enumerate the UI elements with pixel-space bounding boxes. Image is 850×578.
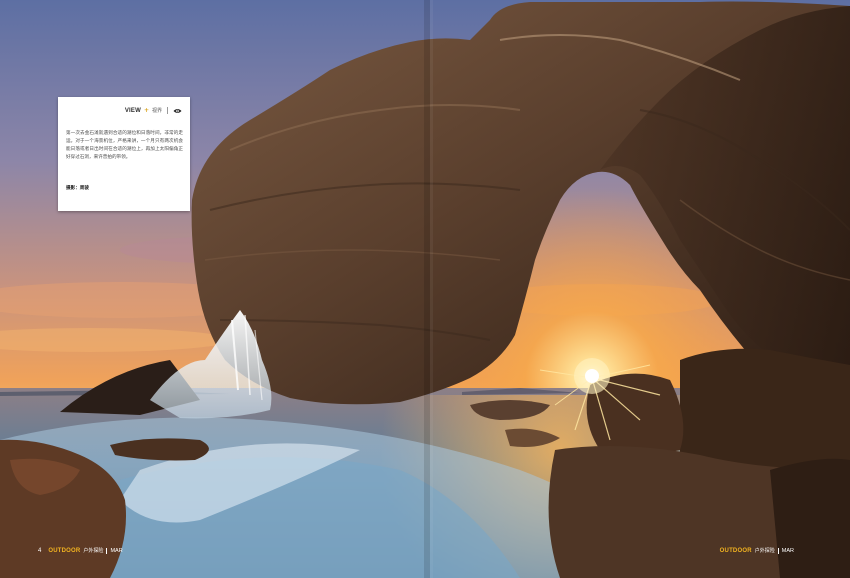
issue-month: MAR <box>781 547 794 554</box>
page-number: 4 <box>38 547 42 554</box>
brand-name: OUTDOOR <box>48 547 81 554</box>
footer-divider <box>777 547 779 554</box>
footer-left: 4 OUTDOOR 户外探险 MAR <box>38 547 123 554</box>
view-plus: + <box>143 107 149 114</box>
footer-divider <box>106 547 108 554</box>
view-label-cn: 视界 <box>151 108 162 114</box>
brand-name: OUTDOOR <box>719 547 752 554</box>
photo-credit: 摄影：周骏 <box>66 186 89 191</box>
caption-text: 第一次去金石滩就遇到合适的潮位和日落时间，非常的走运。对于一个海景机位，严格来讲… <box>66 131 183 160</box>
caption-card: VIEW + 视界 第一次去金石滩就遇到合适的潮位和日落时间，非常的走运。对于一… <box>58 97 190 211</box>
brand-name-cn: 户外探险 <box>83 548 104 554</box>
footer-right: OUTDOOR 户外探险 MAR <box>720 547 794 554</box>
brand-name-cn: 户外探险 <box>754 548 775 554</box>
header-divider <box>167 107 168 114</box>
issue-month: MAR <box>110 547 123 554</box>
seascape-photo <box>0 0 850 578</box>
eye-icon <box>173 108 182 113</box>
magazine-spread: VIEW + 视界 第一次去金石滩就遇到合适的潮位和日落时间，非常的走运。对于一… <box>0 0 850 578</box>
view-label: VIEW <box>124 107 141 114</box>
view-header: VIEW + 视界 <box>125 107 182 114</box>
